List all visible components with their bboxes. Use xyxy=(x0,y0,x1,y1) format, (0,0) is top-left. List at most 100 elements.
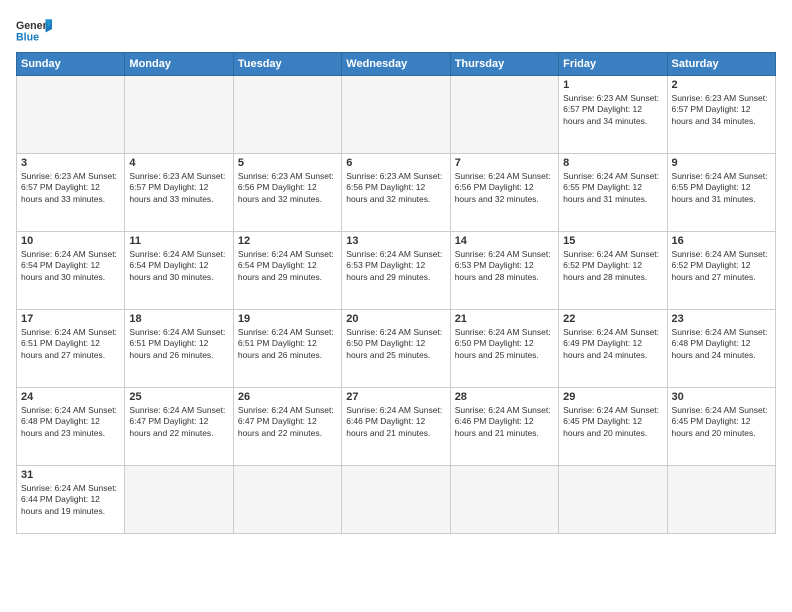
calendar-day-cell: 7 Sunrise: 6:24 AM Sunset: 6:56 PM Daylig… xyxy=(450,154,558,232)
calendar-day-cell: 21 Sunrise: 6:24 AM Sunset: 6:50 PM Dayli… xyxy=(450,310,558,388)
calendar-day-cell xyxy=(233,466,341,534)
day-number: 22 xyxy=(563,313,662,325)
day-info: Sunrise: 6:24 AM Sunset: 6:52 PM Dayligh… xyxy=(672,249,771,283)
calendar-day-cell: 31 Sunrise: 6:24 AM Sunset: 6:44 PM Dayli… xyxy=(17,466,125,534)
day-number: 19 xyxy=(238,313,337,325)
calendar-day-cell: 18 Sunrise: 6:24 AM Sunset: 6:51 PM Dayli… xyxy=(125,310,233,388)
calendar-day-cell xyxy=(559,466,667,534)
day-info: Sunrise: 6:23 AM Sunset: 6:57 PM Dayligh… xyxy=(563,93,662,127)
day-info: Sunrise: 6:24 AM Sunset: 6:53 PM Dayligh… xyxy=(455,249,554,283)
calendar-day-cell: 4 Sunrise: 6:23 AM Sunset: 6:57 PM Daylig… xyxy=(125,154,233,232)
day-info: Sunrise: 6:24 AM Sunset: 6:48 PM Dayligh… xyxy=(21,405,120,439)
calendar-day-cell xyxy=(125,466,233,534)
weekday-header-friday: Friday xyxy=(559,53,667,76)
day-number: 18 xyxy=(129,313,228,325)
calendar-day-cell: 28Sunrise: 6:24 AM Sunset: 6:46 PM Dayli… xyxy=(450,388,558,466)
day-number: 13 xyxy=(346,235,445,247)
day-number: 31 xyxy=(21,469,120,481)
calendar-day-cell: 10 Sunrise: 6:24 AM Sunset: 6:54 PM Dayli… xyxy=(17,232,125,310)
day-number: 4 xyxy=(129,157,228,169)
day-info: Sunrise: 6:24 AM Sunset: 6:56 PM Dayligh… xyxy=(455,171,554,205)
day-info: Sunrise: 6:24 AM Sunset: 6:47 PM Dayligh… xyxy=(129,405,228,439)
calendar-day-cell xyxy=(667,466,775,534)
page: General Blue SundayMondayTuesdayWednesda… xyxy=(0,0,792,612)
day-info: Sunrise: 6:24 AM Sunset: 6:55 PM Dayligh… xyxy=(672,171,771,205)
weekday-header-saturday: Saturday xyxy=(667,53,775,76)
weekday-header-monday: Monday xyxy=(125,53,233,76)
calendar-day-cell xyxy=(342,76,450,154)
day-number: 11 xyxy=(129,235,228,247)
day-info: Sunrise: 6:24 AM Sunset: 6:46 PM Dayligh… xyxy=(455,405,554,439)
calendar-day-cell: 24Sunrise: 6:24 AM Sunset: 6:48 PM Dayli… xyxy=(17,388,125,466)
calendar-day-cell: 8 Sunrise: 6:24 AM Sunset: 6:55 PM Daylig… xyxy=(559,154,667,232)
calendar-week-row: 24Sunrise: 6:24 AM Sunset: 6:48 PM Dayli… xyxy=(17,388,776,466)
calendar-day-cell: 22 Sunrise: 6:24 AM Sunset: 6:49 PM Dayli… xyxy=(559,310,667,388)
calendar-day-cell xyxy=(17,76,125,154)
calendar-day-cell: 30Sunrise: 6:24 AM Sunset: 6:45 PM Dayli… xyxy=(667,388,775,466)
weekday-header-thursday: Thursday xyxy=(450,53,558,76)
calendar-day-cell xyxy=(450,76,558,154)
day-info: Sunrise: 6:24 AM Sunset: 6:51 PM Dayligh… xyxy=(21,327,120,361)
calendar-day-cell: 1 Sunrise: 6:23 AM Sunset: 6:57 PM Daylig… xyxy=(559,76,667,154)
day-number: 5 xyxy=(238,157,337,169)
day-info: Sunrise: 6:24 AM Sunset: 6:46 PM Dayligh… xyxy=(346,405,445,439)
day-info: Sunrise: 6:24 AM Sunset: 6:54 PM Dayligh… xyxy=(238,249,337,283)
day-number: 17 xyxy=(21,313,120,325)
day-info: Sunrise: 6:23 AM Sunset: 6:56 PM Dayligh… xyxy=(346,171,445,205)
day-number: 3 xyxy=(21,157,120,169)
day-info: Sunrise: 6:24 AM Sunset: 6:49 PM Dayligh… xyxy=(563,327,662,361)
day-number: 23 xyxy=(672,313,771,325)
day-number: 25 xyxy=(129,391,228,403)
day-number: 8 xyxy=(563,157,662,169)
calendar-day-cell: 15 Sunrise: 6:24 AM Sunset: 6:52 PM Dayli… xyxy=(559,232,667,310)
calendar-day-cell: 11Sunrise: 6:24 AM Sunset: 6:54 PM Dayli… xyxy=(125,232,233,310)
day-info: Sunrise: 6:23 AM Sunset: 6:57 PM Dayligh… xyxy=(129,171,228,205)
calendar-day-cell xyxy=(450,466,558,534)
calendar-day-cell xyxy=(342,466,450,534)
calendar-day-cell: 20 Sunrise: 6:24 AM Sunset: 6:50 PM Dayli… xyxy=(342,310,450,388)
calendar-day-cell: 3Sunrise: 6:23 AM Sunset: 6:57 PM Daylig… xyxy=(17,154,125,232)
weekday-header-wednesday: Wednesday xyxy=(342,53,450,76)
svg-text:Blue: Blue xyxy=(16,32,39,44)
day-info: Sunrise: 6:24 AM Sunset: 6:51 PM Dayligh… xyxy=(129,327,228,361)
calendar-table: SundayMondayTuesdayWednesdayThursdayFrid… xyxy=(16,52,776,534)
calendar-week-row: 17 Sunrise: 6:24 AM Sunset: 6:51 PM Dayli… xyxy=(17,310,776,388)
day-info: Sunrise: 6:24 AM Sunset: 6:52 PM Dayligh… xyxy=(563,249,662,283)
day-number: 2 xyxy=(672,79,771,91)
weekday-header-row: SundayMondayTuesdayWednesdayThursdayFrid… xyxy=(17,53,776,76)
day-info: Sunrise: 6:23 AM Sunset: 6:56 PM Dayligh… xyxy=(238,171,337,205)
day-number: 12 xyxy=(238,235,337,247)
calendar-day-cell: 23 Sunrise: 6:24 AM Sunset: 6:48 PM Dayli… xyxy=(667,310,775,388)
day-number: 10 xyxy=(21,235,120,247)
weekday-header-tuesday: Tuesday xyxy=(233,53,341,76)
day-number: 14 xyxy=(455,235,554,247)
logo: General Blue xyxy=(16,16,52,44)
day-info: Sunrise: 6:24 AM Sunset: 6:55 PM Dayligh… xyxy=(563,171,662,205)
calendar-week-row: 31 Sunrise: 6:24 AM Sunset: 6:44 PM Dayli… xyxy=(17,466,776,534)
day-number: 21 xyxy=(455,313,554,325)
calendar-day-cell: 12 Sunrise: 6:24 AM Sunset: 6:54 PM Dayli… xyxy=(233,232,341,310)
day-number: 9 xyxy=(672,157,771,169)
day-info: Sunrise: 6:24 AM Sunset: 6:54 PM Dayligh… xyxy=(21,249,120,283)
day-number: 6 xyxy=(346,157,445,169)
day-info: Sunrise: 6:24 AM Sunset: 6:50 PM Dayligh… xyxy=(346,327,445,361)
day-number: 7 xyxy=(455,157,554,169)
calendar-day-cell xyxy=(233,76,341,154)
calendar-week-row: 3 Sunrise: 6:23 AM Sunset: 6:57 PM Daylig… xyxy=(17,154,776,232)
day-info: Sunrise: 6:23 AM Sunset: 6:57 PM Dayligh… xyxy=(672,93,771,127)
calendar-day-cell: 25 Sunrise: 6:24 AM Sunset: 6:47 PM Dayli… xyxy=(125,388,233,466)
day-info: Sunrise: 6:24 AM Sunset: 6:47 PM Dayligh… xyxy=(238,405,337,439)
day-number: 1 xyxy=(563,79,662,91)
day-info: Sunrise: 6:24 AM Sunset: 6:48 PM Dayligh… xyxy=(672,327,771,361)
calendar-day-cell: 17 Sunrise: 6:24 AM Sunset: 6:51 PM Dayli… xyxy=(17,310,125,388)
day-number: 26 xyxy=(238,391,337,403)
weekday-header-sunday: Sunday xyxy=(17,53,125,76)
calendar-day-cell: 9 Sunrise: 6:24 AM Sunset: 6:55 PM Daylig… xyxy=(667,154,775,232)
day-info: Sunrise: 6:24 AM Sunset: 6:53 PM Dayligh… xyxy=(346,249,445,283)
day-info: Sunrise: 6:24 AM Sunset: 6:45 PM Dayligh… xyxy=(672,405,771,439)
day-number: 20 xyxy=(346,313,445,325)
day-number: 15 xyxy=(563,235,662,247)
day-info: Sunrise: 6:24 AM Sunset: 6:50 PM Dayligh… xyxy=(455,327,554,361)
calendar-day-cell: 6 Sunrise: 6:23 AM Sunset: 6:56 PM Daylig… xyxy=(342,154,450,232)
day-info: Sunrise: 6:24 AM Sunset: 6:44 PM Dayligh… xyxy=(21,483,120,517)
